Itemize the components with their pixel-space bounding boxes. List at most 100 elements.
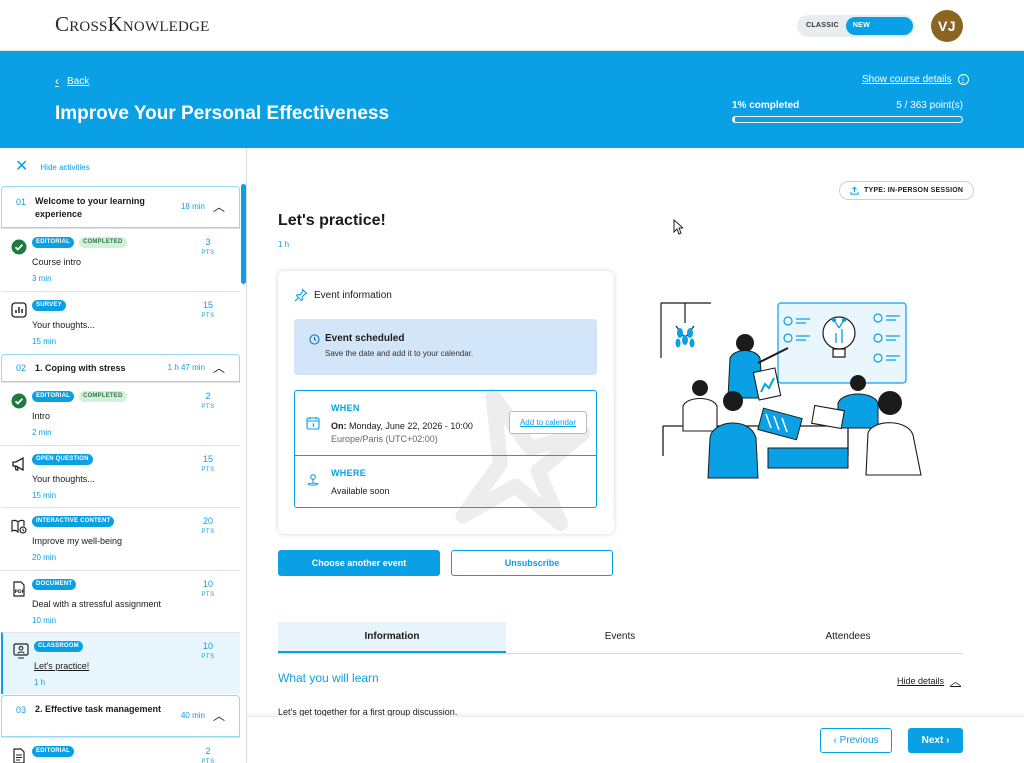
activity-name: Your thoughts... [32,474,95,484]
course-progress-fill [733,117,736,122]
when-date: Monday, June 22, 2026 - 10:00 [349,421,473,431]
module-header-03[interactable]: 03 2. Effective task management 40 min ︿ [1,695,240,737]
module-header-01[interactable]: 01 Welcome to your learning experience 1… [1,186,240,228]
points-unit: PTS [201,759,215,763]
interactive-book-icon [11,519,27,534]
activity-course-intro[interactable]: EDITORIAL COMPLETED Course intro 3 min 3… [1,228,240,291]
add-to-calendar-button[interactable]: Add to calendar [509,411,587,434]
course-progress-bar [732,116,963,123]
chevron-up-icon[interactable]: ︿ [213,707,225,724]
activity-duration: 15 min [32,491,57,500]
tab-events[interactable]: Events [506,622,734,653]
chevron-left-icon: ‹ [55,74,59,88]
activity-duration: 1 h [278,240,290,249]
hide-details-button[interactable]: Hide details ︿ [897,673,961,689]
tag-open-question: OPEN QUESTION [32,454,93,465]
hide-activities-label: Hide activities [40,162,90,172]
tab-information[interactable]: Information [278,622,506,653]
course-title: Improve Your Personal Effectiveness [55,103,390,124]
info-icon: i [957,74,969,85]
activity-intro[interactable]: EDITORIAL COMPLETED Intro 2 min 2 PTS [1,382,240,445]
points-unit: PTS [201,654,215,660]
user-avatar[interactable]: VJ [931,10,963,42]
course-banner: ‹ Back Improve Your Personal Effectivene… [0,51,1024,148]
activity-title: Let's practice! [278,212,386,229]
activity-duration: 3 min [32,274,52,283]
pin-icon [294,288,308,302]
upload-icon [850,186,859,195]
activity-tags: DOCUMENT [32,579,77,590]
points-unit: PTS [201,313,215,319]
tag-editorial: EDITORIAL [32,391,75,402]
when-label: WHEN [331,403,360,413]
tag-editorial: EDITORIAL [32,237,75,248]
show-course-details-link[interactable]: Show course details i [862,74,969,85]
choose-another-event-button[interactable]: Choose another event [278,550,440,576]
activity-survey[interactable]: SURVEY Your thoughts... 15 min 15 PTS [1,291,240,354]
show-course-details-label: Show course details [862,74,952,85]
activity-name: Intro [32,411,51,421]
chevron-up-icon[interactable]: ︿ [213,359,225,376]
points-value: 2 [205,391,211,401]
progress-label: 1% completed [732,100,800,111]
activity-open-question[interactable]: OPEN QUESTION Your thoughts... 15 min 15… [1,445,240,507]
clock-icon [309,334,320,345]
activity-editorial[interactable]: EDITORIAL 2 PTS [1,737,240,763]
activity-tags: EDITORIAL COMPLETED [32,237,127,248]
activity-duration: 10 min [32,616,57,625]
type-badge: TYPE: IN-PERSON SESSION [839,181,975,200]
activity-tags: SURVEY [32,300,66,311]
module-header-02[interactable]: 02 1. Coping with stress 1 h 47 min ︿ [1,354,240,382]
check-circle-icon [11,393,27,409]
calendar-icon [306,417,320,430]
top-header: CrossKnowledge CLASSIC NEW EXPERIENCE VJ [0,0,1024,51]
next-button[interactable]: Next › [908,728,963,753]
activity-tags: OPEN QUESTION [32,454,93,465]
previous-button[interactable]: ‹ Previous [820,728,892,753]
activity-classroom-current[interactable]: CLASSROOM Let's practice! 1 h 10 PTS [1,632,240,694]
type-badge-label: TYPE: IN-PERSON SESSION [864,187,964,194]
chevron-up-icon: ︿ [950,676,962,688]
points-counter: 5 / 363 point(s) [896,100,963,111]
learn-description: Let's get together for a first group dis… [278,707,458,716]
activities-sidebar: ✕ Hide activities 01 Welcome to your lea… [0,148,247,763]
activity-duration: 20 min [32,553,57,562]
activity-points: 2 PTS [196,746,220,763]
activity-tabs: Information Events Attendees [278,622,962,654]
module-title: 1. Coping with stress [35,363,126,373]
mouse-cursor-icon [673,219,683,235]
mode-classic-option[interactable]: CLASSIC [799,17,846,35]
activity-interactive-content[interactable]: INTERACTIVE CONTENT Improve my well-bein… [1,507,240,570]
svg-text:PDF: PDF [15,589,25,595]
crossknowledge-logo[interactable]: CrossKnowledge [55,12,209,37]
experience-mode-toggle[interactable]: CLASSIC NEW EXPERIENCE [797,15,915,47]
points-value: 20 [202,516,213,526]
tab-attendees[interactable]: Attendees [734,622,962,653]
points-value: 10 [202,641,213,651]
hide-details-label: Hide details [897,676,945,686]
when-prefix: On: [331,421,347,431]
when-where-box: WHEN On: Monday, June 22, 2026 - 10:00 E… [294,390,597,508]
unsubscribe-button[interactable]: Unsubscribe [451,550,613,576]
meeting-illustration [660,302,922,479]
chevron-up-icon[interactable]: ︿ [213,198,225,215]
mode-new-experience-option[interactable]: NEW EXPERIENCE [845,17,913,47]
activity-points: 2 PTS [196,391,220,413]
back-link[interactable]: ‹ Back [55,74,89,88]
sidebar-scrollbar[interactable] [241,184,246,284]
event-date: On: Monday, June 22, 2026 - 10:00 [331,421,473,431]
pdf-document-icon: PDF [13,581,25,597]
activity-name: Let's practice! [34,661,90,671]
points-unit: PTS [201,592,215,598]
chevron-left-icon: ‹ [833,735,837,746]
back-label: Back [67,75,90,87]
points-value: 15 [202,454,213,464]
points-unit: PTS [201,404,215,410]
hide-activities-button[interactable]: ✕ Hide activities [15,159,90,175]
survey-chart-icon [11,302,27,318]
activity-document[interactable]: PDF DOCUMENT Deal with a stressful assig… [1,570,240,632]
event-information-card: Event information Event scheduled Save t… [278,271,614,534]
module-number: 02 [16,363,27,373]
classroom-icon [13,643,29,659]
tag-classroom: CLASSROOM [34,641,83,652]
